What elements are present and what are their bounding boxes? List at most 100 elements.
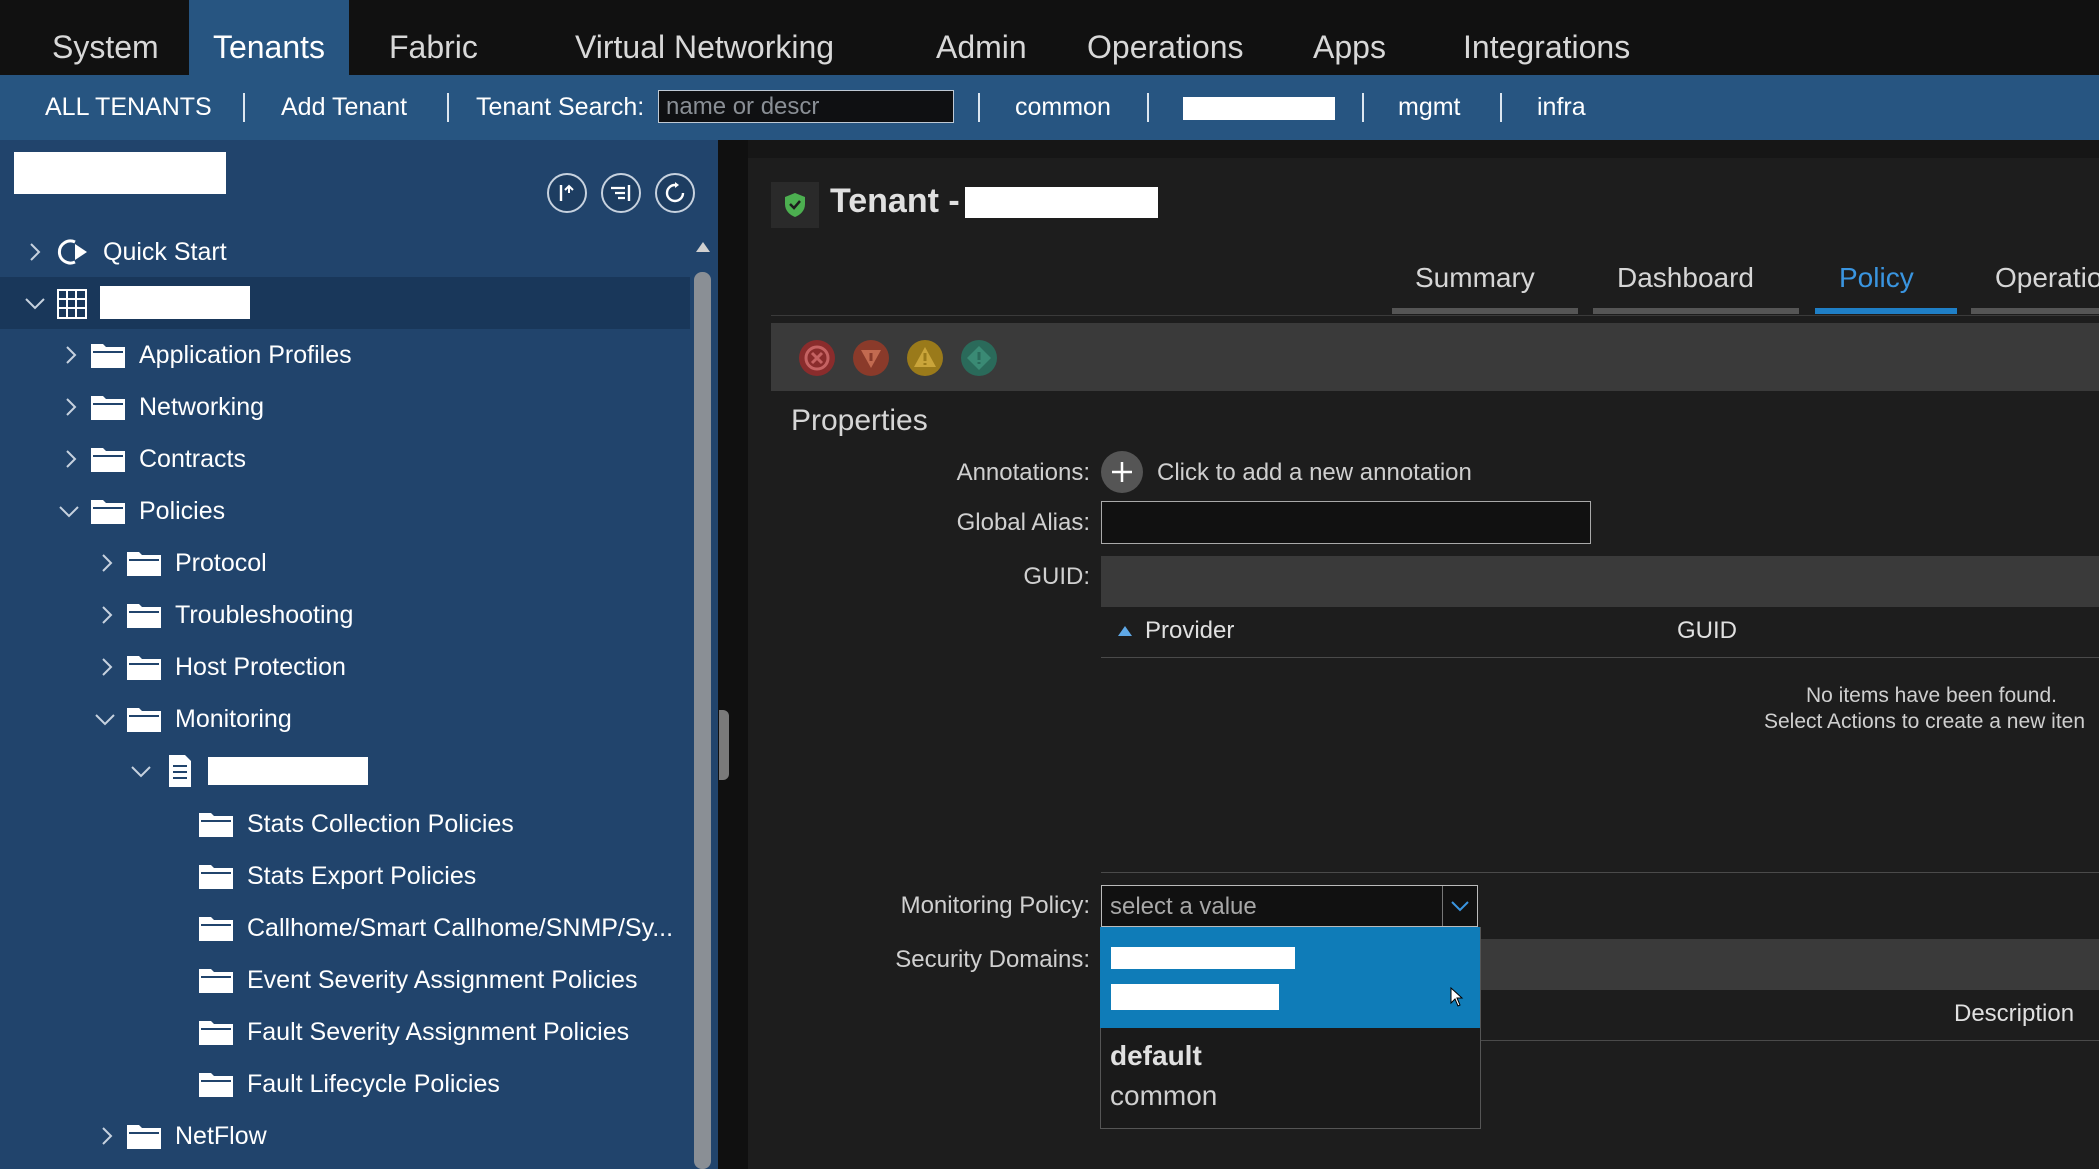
tenant-shield-badge (771, 182, 819, 228)
chevron-right-icon[interactable] (96, 1125, 118, 1147)
guid-label: GUID: (1023, 563, 1090, 590)
tree-item-tenant[interactable] (0, 277, 690, 329)
folder-icon (91, 344, 125, 368)
dropdown-option-default[interactable]: default common (1100, 1030, 1480, 1127)
folder-icon (199, 1021, 233, 1045)
tree-item-networking[interactable]: Networking (0, 381, 690, 433)
menu-integrations[interactable]: Integrations (1463, 0, 1630, 75)
chevron-down-icon[interactable] (130, 760, 152, 782)
tree-item-protocol[interactable]: Protocol (0, 537, 690, 589)
guid-table-toolbar (1101, 556, 2099, 607)
tree-item-callhome[interactable]: Callhome/Smart Callhome/SNMP/Sy... (0, 902, 690, 954)
separator (447, 93, 449, 122)
menu-virtual-networking[interactable]: Virtual Networking (575, 0, 834, 75)
tab-divider (771, 315, 2099, 316)
add-annotation-text[interactable]: Click to add a new annotation (1157, 459, 1472, 487)
tree-item-monitoring-policy[interactable] (0, 745, 690, 797)
tenant-search-input[interactable] (658, 90, 954, 123)
chevron-right-icon[interactable] (24, 241, 46, 263)
sort-ascending-icon[interactable] (1117, 625, 1133, 637)
tree-label: Application Profiles (139, 341, 352, 369)
tree-item-application-profiles[interactable]: Application Profiles (0, 329, 690, 381)
tab-summary[interactable]: Summary (1415, 262, 1535, 312)
chevron-right-icon[interactable] (96, 604, 118, 626)
dropdown-option-highlighted[interactable] (1100, 927, 1480, 1028)
chevron-right-icon[interactable] (96, 552, 118, 574)
separator (1500, 93, 1502, 122)
folder-icon (199, 969, 233, 993)
tenant-link-mgmt[interactable]: mgmt (1398, 75, 1461, 140)
security-col-description[interactable]: Description (1954, 1000, 2074, 1028)
menu-system[interactable]: System (52, 0, 159, 75)
menu-apps[interactable]: Apps (1313, 0, 1386, 75)
tab-summary-underline (1392, 308, 1578, 314)
tree-item-netflow[interactable]: NetFlow (0, 1110, 690, 1162)
warning-fault-icon[interactable] (959, 338, 999, 378)
splitter-handle[interactable] (719, 710, 729, 780)
scroll-up-arrow-icon[interactable] (694, 240, 712, 254)
chevron-right-icon[interactable] (60, 396, 82, 418)
tree-item-troubleshooting[interactable]: Troubleshooting (0, 589, 690, 641)
option-tenant: common (1110, 1080, 1218, 1111)
tenant-link-redacted[interactable] (1183, 97, 1335, 120)
tree-item-policies[interactable]: Policies (0, 485, 690, 537)
folder-icon (127, 552, 161, 576)
tree-item-fault-severity[interactable]: Fault Severity Assignment Policies (0, 1006, 690, 1058)
tree-item-fault-lifecycle[interactable]: Fault Lifecycle Policies (0, 1058, 690, 1110)
folder-icon (91, 500, 125, 524)
monitoring-policy-select[interactable]: select a value (1101, 885, 1478, 927)
add-tenant-link[interactable]: Add Tenant (281, 75, 407, 140)
tab-dashboard[interactable]: Dashboard (1617, 262, 1754, 312)
monitoring-policy-placeholder: select a value (1110, 893, 1257, 920)
critical-fault-icon[interactable] (797, 338, 837, 378)
minor-fault-icon[interactable] (905, 338, 945, 378)
folder-icon (127, 656, 161, 680)
tree-scrollbar-thumb[interactable] (694, 272, 711, 1169)
menu-fabric[interactable]: Fabric (389, 0, 478, 75)
tree-label: Callhome/Smart Callhome/SNMP/Sy... (247, 914, 674, 942)
guid-col-guid[interactable]: GUID (1677, 617, 1737, 645)
add-annotation-button[interactable] (1101, 451, 1143, 493)
collapse-to-top-button[interactable] (547, 173, 587, 213)
collapse-all-button[interactable] (601, 173, 641, 213)
panel-splitter[interactable] (718, 140, 748, 1169)
chevron-down-icon[interactable] (58, 500, 80, 522)
tree-item-stats-export[interactable]: Stats Export Policies (0, 850, 690, 902)
menu-operations[interactable]: Operations (1087, 0, 1244, 75)
folder-icon (127, 1125, 161, 1149)
tree-item-event-severity[interactable]: Event Severity Assignment Policies (0, 954, 690, 1006)
security-domains-label: Security Domains: (895, 946, 1090, 973)
tenant-link-common[interactable]: common (1015, 75, 1111, 140)
chevron-right-icon[interactable] (60, 448, 82, 470)
monitoring-policy-dropdown-toggle[interactable] (1442, 886, 1477, 926)
tree-item-monitoring[interactable]: Monitoring (0, 693, 690, 745)
tenant-name-redacted (14, 152, 226, 194)
tree-item-contracts[interactable]: Contracts (0, 433, 690, 485)
major-fault-icon[interactable] (851, 338, 891, 378)
chevron-down-icon[interactable] (24, 292, 46, 314)
page-title: Tenant - (830, 182, 960, 220)
tree-item-stats-collection[interactable]: Stats Collection Policies (0, 798, 690, 850)
monitoring-policy-label: Monitoring Policy: (900, 892, 1090, 919)
tree-item-quick-start[interactable]: Quick Start (0, 226, 690, 278)
guid-col-provider[interactable]: Provider (1145, 617, 1234, 645)
tenant-subnav: ALL TENANTS Add Tenant Tenant Search: co… (0, 75, 2099, 140)
chevron-right-icon[interactable] (96, 656, 118, 678)
tenant-link-infra[interactable]: infra (1537, 75, 1586, 140)
all-tenants-link[interactable]: ALL TENANTS (45, 75, 212, 140)
properties-heading: Properties (791, 404, 928, 437)
separator (1147, 93, 1149, 122)
chevron-down-icon[interactable] (94, 708, 116, 730)
policy-name-redacted (208, 757, 368, 785)
global-alias-input[interactable] (1101, 501, 1591, 544)
tab-operational[interactable]: Operatio (1995, 262, 2099, 312)
chevron-right-icon[interactable] (60, 344, 82, 366)
tenant-search-label: Tenant Search: (476, 93, 645, 121)
annotations-label: Annotations: (956, 459, 1090, 486)
top-menu-bar: System Tenants Fabric Virtual Networking… (0, 0, 2099, 75)
tab-policy[interactable]: Policy (1839, 262, 1914, 312)
refresh-button[interactable] (655, 173, 695, 213)
menu-tenants[interactable]: Tenants (189, 0, 349, 75)
tree-item-host-protection[interactable]: Host Protection (0, 641, 690, 693)
menu-admin[interactable]: Admin (936, 0, 1027, 75)
